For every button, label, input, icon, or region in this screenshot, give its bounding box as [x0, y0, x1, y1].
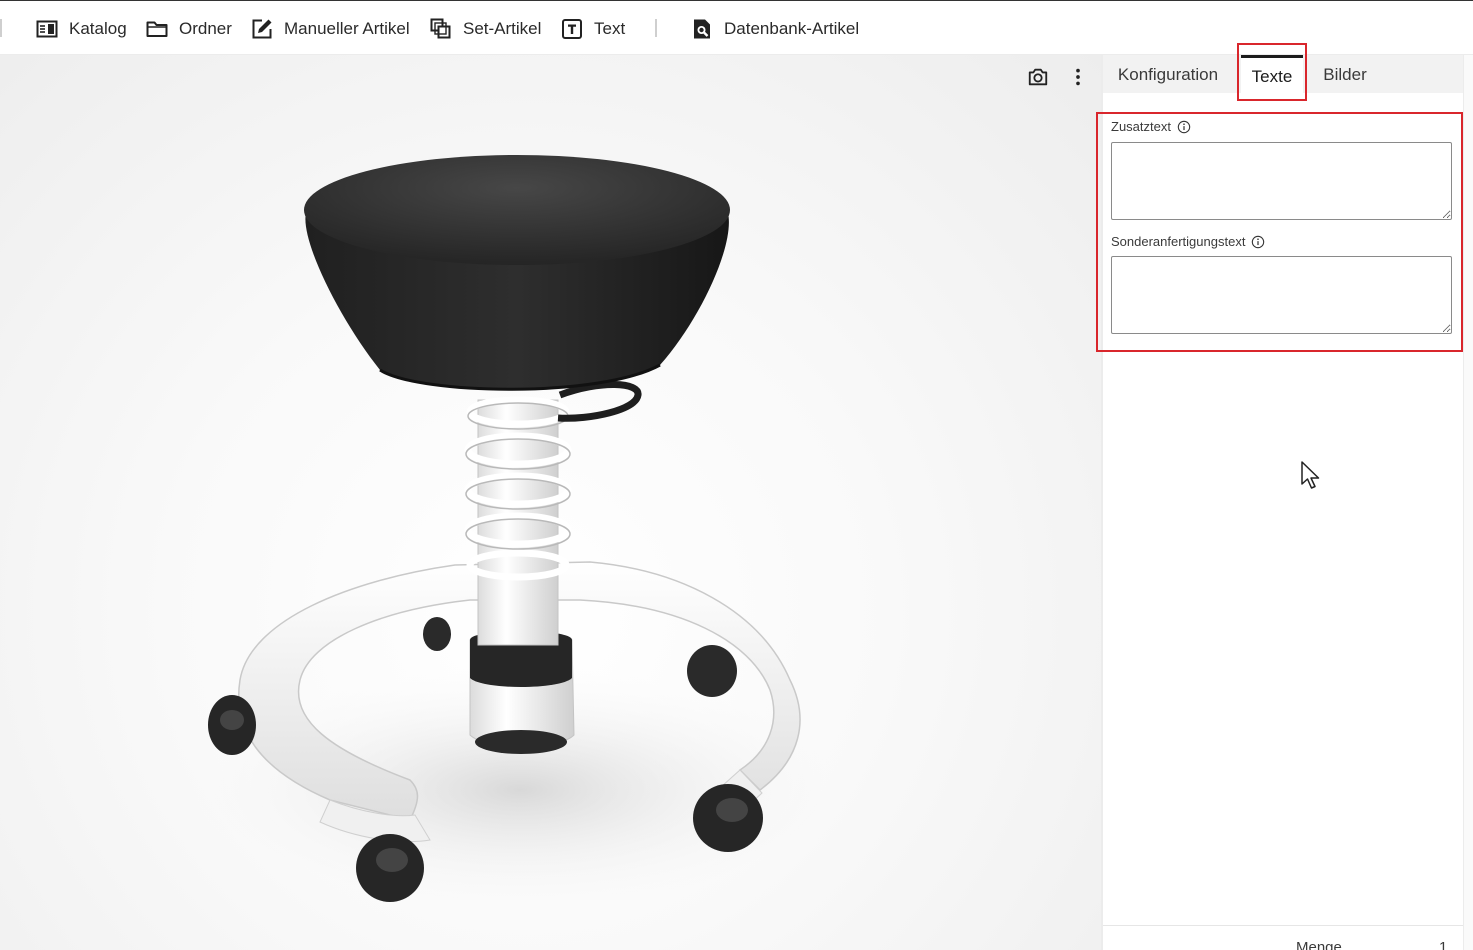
- sonderanfertigungstext-textarea[interactable]: [1111, 256, 1452, 334]
- stool-product-render: [160, 155, 880, 920]
- more-options-button[interactable]: [1064, 63, 1092, 91]
- toolbar-datenbank-artikel-button[interactable]: Datenbank-Artikel: [690, 15, 859, 43]
- edit-icon: [252, 19, 272, 39]
- sonderanfertigungstext-label: Sonderanfertigungstext: [1111, 234, 1265, 249]
- text-box-icon: [562, 19, 582, 39]
- tab-bilder[interactable]: Bilder: [1313, 55, 1377, 95]
- mouse-cursor-icon: [1301, 461, 1320, 489]
- toolbar-ordner-label: Ordner: [179, 19, 232, 38]
- info-icon[interactable]: [1177, 120, 1191, 134]
- toolbar-separator: [0, 19, 2, 37]
- screenshot-button[interactable]: [1024, 63, 1052, 91]
- tab-label: Texte: [1251, 66, 1293, 86]
- quantity-label: Menge: [1296, 939, 1342, 950]
- zusatztext-label-text: Zusatztext: [1111, 119, 1171, 134]
- toolbar-katalog-label: Katalog: [69, 19, 127, 38]
- scrollbar[interactable]: [1463, 55, 1473, 950]
- database-search-icon: [694, 19, 710, 39]
- info-icon[interactable]: [1251, 235, 1265, 249]
- toolbar-manueller-artikel-label: Manueller Artikel: [284, 19, 410, 38]
- footer-divider: [1103, 925, 1463, 926]
- copy-stack-icon: [430, 18, 451, 39]
- toolbar-set-artikel-label: Set-Artikel: [463, 19, 542, 38]
- tab-label: Konfiguration: [1117, 65, 1219, 84]
- toolbar: Katalog Ordner Manueller Artikel Set-Art…: [0, 0, 1473, 55]
- toolbar-separator: [655, 19, 657, 37]
- tab-konfiguration[interactable]: Konfiguration: [1103, 55, 1233, 95]
- tab-texte[interactable]: Texte: [1241, 55, 1303, 95]
- zusatztext-label: Zusatztext: [1111, 119, 1191, 134]
- toolbar-text-label: Text: [594, 19, 626, 38]
- toolbar-katalog-button[interactable]: Katalog: [35, 15, 127, 43]
- folder-icon: [146, 21, 168, 37]
- toolbar-ordner-button[interactable]: Ordner: [145, 15, 232, 43]
- zusatztext-textarea[interactable]: [1111, 142, 1452, 220]
- tab-label: Bilder: [1323, 65, 1367, 84]
- catalog-book-icon: [36, 20, 58, 38]
- toolbar-set-artikel-button[interactable]: Set-Artikel: [429, 15, 541, 43]
- quantity-value: 1: [1439, 939, 1448, 950]
- toolbar-manueller-artikel-button[interactable]: Manueller Artikel: [250, 15, 410, 43]
- sonderanfertigungstext-label-text: Sonderanfertigungstext: [1111, 234, 1246, 249]
- camera-icon: [1028, 68, 1048, 86]
- properties-panel: Konfiguration Texte Bilder Zusatztext So…: [1103, 55, 1463, 950]
- product-3d-viewer[interactable]: [0, 55, 1101, 950]
- toolbar-text-button[interactable]: Text: [560, 15, 625, 43]
- more-vertical-icon: [1076, 68, 1080, 86]
- toolbar-datenbank-artikel-label: Datenbank-Artikel: [724, 19, 860, 38]
